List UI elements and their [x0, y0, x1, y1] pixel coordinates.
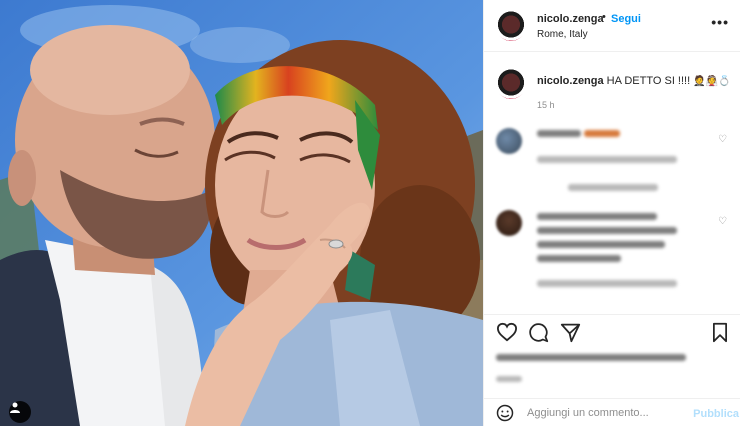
comment-like-icon[interactable]: ♡ — [718, 134, 727, 145]
likes-text-blurred — [496, 354, 686, 361]
tagged-user-icon[interactable] — [9, 401, 31, 423]
add-comment-bar: Pubblica — [484, 398, 740, 426]
comment-icon[interactable] — [528, 322, 549, 343]
post-photo[interactable] — [0, 0, 483, 426]
caption-message: HA DETTO SI !!!! — [606, 75, 694, 87]
comment-text-blurred — [537, 241, 665, 248]
date-text-blurred — [496, 376, 522, 382]
comment-input[interactable] — [527, 404, 677, 422]
comment-avatar[interactable] — [496, 210, 522, 236]
follow-button[interactable]: Segui — [611, 13, 641, 25]
publish-button[interactable]: Pubblica — [693, 408, 739, 420]
comment-text-blurred — [537, 255, 621, 262]
person-glyph — [10, 402, 20, 413]
post-header: nicolo.zenga • Segui Rome, Italy ••• — [484, 0, 740, 52]
comment-username-blurred — [537, 130, 581, 137]
post-actions — [484, 314, 740, 350]
post-location[interactable]: Rome, Italy — [537, 29, 588, 40]
separator-dot: • — [602, 11, 606, 23]
caption-emoji: 🤵👰💍 — [693, 76, 731, 87]
bookmark-icon[interactable] — [711, 322, 729, 343]
comment-text-blurred — [537, 227, 677, 234]
author-avatar[interactable] — [496, 11, 526, 41]
caption-username[interactable]: nicolo.zenga — [537, 75, 604, 87]
post-side-panel: nicolo.zenga • Segui Rome, Italy ••• nic… — [483, 0, 740, 426]
view-replies-blurred[interactable] — [568, 184, 658, 191]
caption-text: nicolo.zenga HA DETTO SI !!!! 🤵👰💍 — [537, 75, 731, 87]
caption-timestamp[interactable]: 15 h — [537, 100, 555, 110]
author-username[interactable]: nicolo.zenga — [537, 13, 604, 25]
emoji-smile-icon[interactable] — [496, 404, 514, 422]
comment-avatar[interactable] — [496, 128, 522, 154]
paper-plane-icon[interactable] — [560, 322, 581, 343]
caption-avatar[interactable] — [496, 69, 526, 99]
comment-like-icon[interactable]: ♡ — [718, 216, 727, 227]
comment-text-blurred — [537, 213, 657, 220]
couple-selfie-image — [0, 0, 483, 426]
comment-meta-blurred — [537, 280, 677, 287]
comment-text-blurred — [584, 130, 620, 137]
heart-icon[interactable] — [496, 322, 518, 342]
comment-meta-blurred — [537, 156, 677, 163]
more-options-icon[interactable]: ••• — [711, 14, 729, 30]
